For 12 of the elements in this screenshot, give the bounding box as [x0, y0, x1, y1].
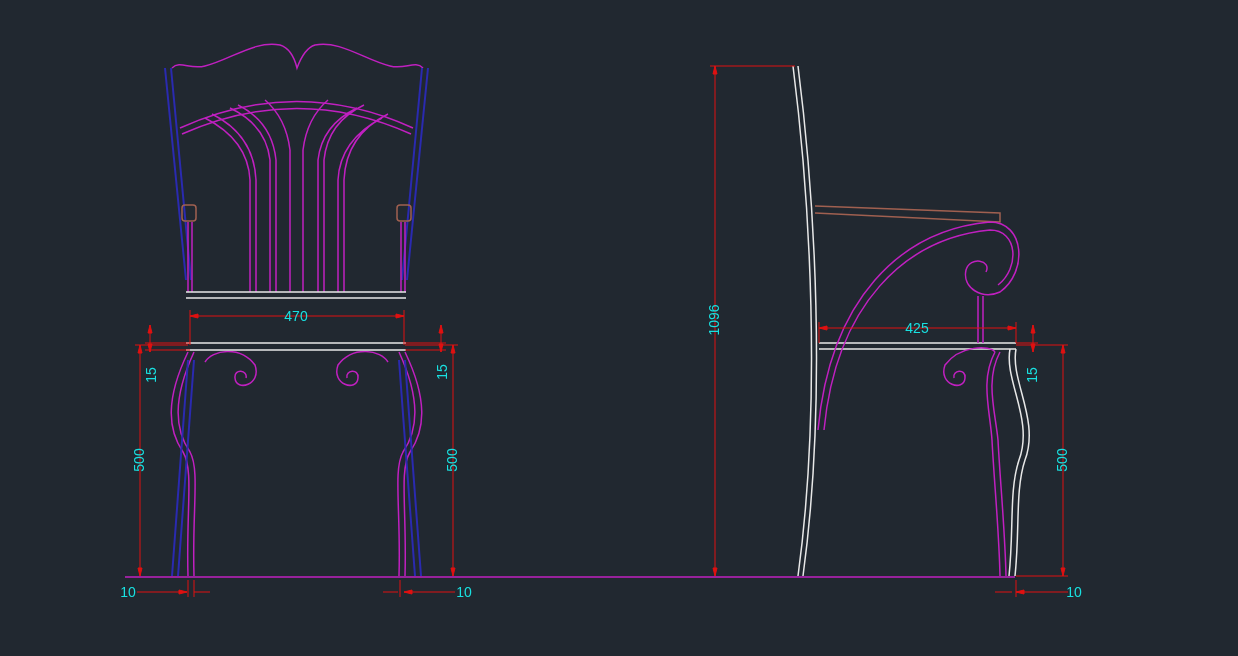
dimension-label: 10: [456, 583, 472, 600]
dimension-label: 500: [1053, 448, 1070, 472]
dimension-label: 10: [120, 583, 136, 600]
dimension-label: 15: [433, 364, 450, 380]
dimension-label: 500: [443, 448, 460, 472]
dimension-label: 425: [905, 319, 929, 336]
dimension-label: 1096: [705, 304, 722, 336]
dimension-label: 15: [1023, 367, 1040, 383]
dimension-label: 500: [130, 448, 147, 472]
dimension-label: 15: [142, 367, 159, 383]
dimension-label: 10: [1066, 583, 1082, 600]
dimension-label: 470: [284, 307, 308, 324]
